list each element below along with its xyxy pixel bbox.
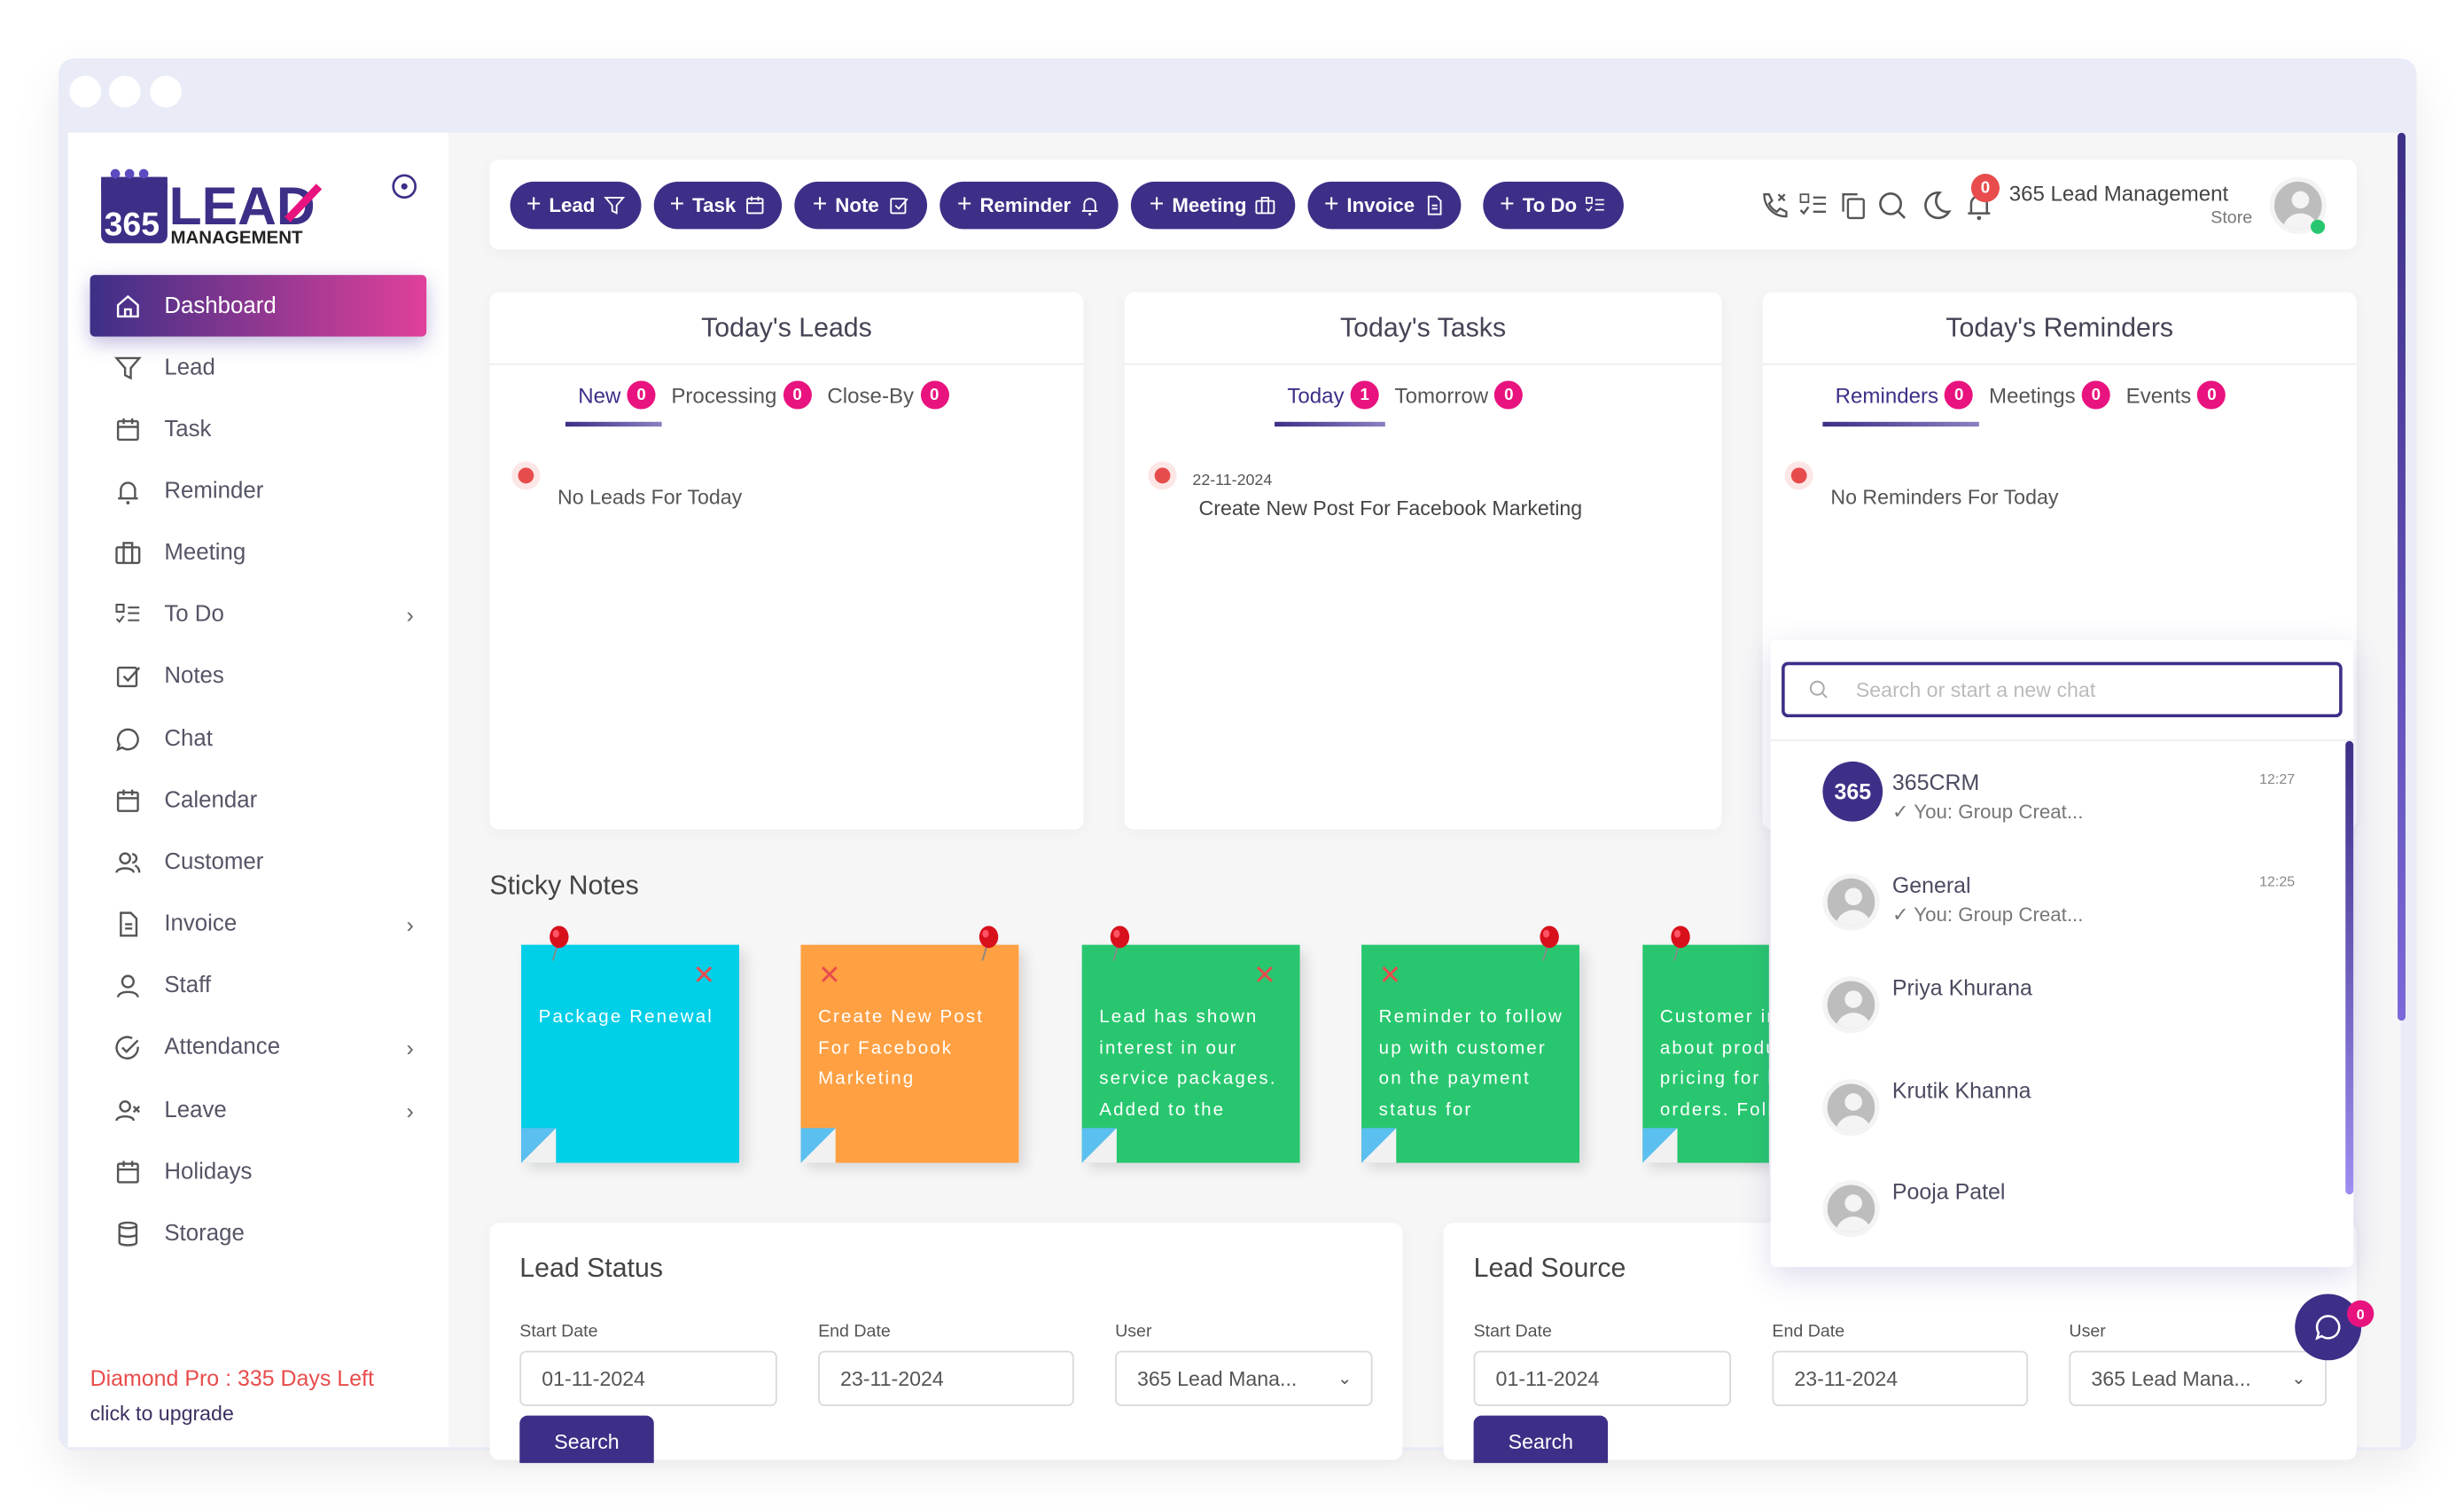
notification-count: 0 — [1970, 174, 2000, 203]
end-date-input[interactable]: 23-11-2024 — [1772, 1350, 2029, 1406]
sticky-note-text: Customer inquired about product pricing … — [1659, 1007, 1769, 1120]
chat-time: 12:25 — [2259, 873, 2296, 890]
chevron-down-icon: ⌄ — [2291, 1369, 2306, 1389]
chat-time: 12:27 — [2259, 770, 2296, 787]
chat-list-item[interactable]: Priya Khurana — [1771, 967, 2340, 1062]
chat-list-item[interactable]: Krutik Khanna — [1771, 1069, 2340, 1164]
search-icon[interactable] — [1876, 190, 1908, 222]
chat-last-message: ✓ You: Group Creat... — [1891, 903, 2084, 927]
chat-search-input[interactable]: Search or start a new chat — [1782, 661, 2343, 718]
search-icon — [1809, 680, 1828, 699]
page-scrollbar[interactable] — [2398, 132, 2406, 1021]
divider — [1770, 739, 2354, 741]
end-date-label: End Date — [1772, 1322, 1845, 1341]
user-label: User — [1115, 1322, 1152, 1341]
avatar — [1822, 1180, 1880, 1238]
start-date-input[interactable]: 01-11-2024 — [519, 1350, 777, 1406]
close-icon[interactable]: ✕ — [1253, 960, 1278, 991]
avatar — [1822, 873, 1880, 931]
empty-state: No Reminders For Today — [1830, 485, 2059, 509]
avatar — [1822, 976, 1880, 1034]
chat-name: Krutik Khanna — [1891, 1077, 2031, 1103]
chat-name: 365CRM — [1891, 769, 1980, 795]
end-date-label: End Date — [818, 1322, 891, 1341]
sticky-note-text: Reminder to follow up with customer on t… — [1378, 1007, 1563, 1120]
close-icon[interactable]: ✕ — [1379, 960, 1404, 991]
sticky-note[interactable]: ✕ Package Renewal — [521, 944, 739, 1163]
sticky-note[interactable]: ✕ Customer inquired about product pricin… — [1642, 944, 1769, 1163]
card-title: Lead Status — [519, 1253, 663, 1283]
user-label: User — [2069, 1322, 2106, 1341]
checklist-icon[interactable] — [1797, 190, 1829, 222]
chat-list-item[interactable]: Pooja Patel — [1771, 1170, 2340, 1265]
tab-events[interactable]: Events 0 — [2126, 380, 2226, 410]
card-title: Lead Source — [1473, 1253, 1626, 1283]
pushpin-icon — [550, 926, 569, 961]
chat-name: General — [1891, 872, 1971, 898]
page-curl — [800, 1128, 836, 1163]
dark-mode-moon-icon[interactable] — [1921, 190, 1953, 222]
user-select[interactable]: 365 Lead Mana... ⌄ — [1115, 1350, 1373, 1406]
sticky-note[interactable]: ✕ Create New Post For Facebook Marketing — [800, 944, 1019, 1163]
sticky-note-text: Create New Post For Facebook Marketing — [818, 1007, 985, 1089]
start-date-label: Start Date — [519, 1322, 598, 1341]
start-date-input[interactable]: 01-11-2024 — [1473, 1350, 1732, 1406]
page-curl — [521, 1128, 557, 1163]
copy-icon[interactable] — [1836, 190, 1868, 222]
page-curl — [1361, 1128, 1397, 1163]
check-icon: ✓ — [1891, 801, 1909, 824]
chat-last-message: ✓ You: Group Creat... — [1891, 801, 2084, 824]
chat-bubble-icon — [2315, 1315, 2341, 1341]
avatar: 365 — [1822, 761, 1883, 822]
chat-name: Pooja Patel — [1891, 1178, 2006, 1204]
pushpin-icon — [979, 926, 999, 961]
sticky-note[interactable]: ✕ Reminder to follow up with customer on… — [1361, 944, 1579, 1163]
chat-list-item[interactable]: General ✓ You: Group Creat... 12:25 — [1771, 864, 2340, 959]
tab-meetings[interactable]: Meetings 0 — [1989, 380, 2110, 410]
chat-name: Priya Khurana — [1891, 974, 2032, 1001]
avatar — [1822, 1079, 1880, 1137]
tab-reminders[interactable]: Reminders 0 — [1822, 380, 1980, 427]
search-button[interactable]: Search — [1473, 1415, 1609, 1464]
sticky-note-text: Package Renewal — [538, 1007, 713, 1028]
online-status-dot — [2311, 219, 2326, 234]
sticky-note[interactable]: ✕ Lead has shown interest in our service… — [1081, 944, 1300, 1163]
page-curl — [1642, 1128, 1678, 1163]
close-icon[interactable]: ✕ — [692, 960, 717, 991]
chat-list-item[interactable]: 365 365CRM ✓ You: Group Creat... 12:27 — [1771, 761, 2340, 856]
user-name: 365 Lead Management — [2008, 181, 2229, 206]
pushpin-icon — [1110, 926, 1130, 961]
page-curl — [1081, 1128, 1117, 1163]
lead-status-card: Lead Status Start Date End Date User 01-… — [489, 1223, 1403, 1464]
close-icon[interactable]: ✕ — [818, 960, 843, 991]
search-button[interactable]: Search — [519, 1415, 654, 1464]
sticky-note-text: Lead has shown interest in our service p… — [1099, 1007, 1277, 1120]
pushpin-icon — [1671, 926, 1690, 961]
card-title: Today's Reminders — [1762, 293, 2357, 365]
chat-panel: Search or start a new chat 365 365CRM ✓ … — [1770, 639, 2354, 1268]
user-role: Store — [2211, 208, 2253, 228]
check-icon: ✓ — [1891, 903, 1909, 927]
user-select[interactable]: 365 Lead Mana... ⌄ — [2069, 1350, 2327, 1406]
chat-unread-badge: 0 — [2347, 1300, 2374, 1327]
start-date-label: Start Date — [1473, 1322, 1552, 1341]
timeline-dot — [1790, 467, 1807, 484]
chevron-down-icon: ⌄ — [1337, 1369, 1353, 1389]
pushpin-icon — [1540, 926, 1559, 961]
chat-scrollbar[interactable] — [2345, 740, 2354, 1195]
end-date-input[interactable]: 23-11-2024 — [818, 1350, 1074, 1406]
chat-search-placeholder: Search or start a new chat — [1855, 677, 2096, 702]
